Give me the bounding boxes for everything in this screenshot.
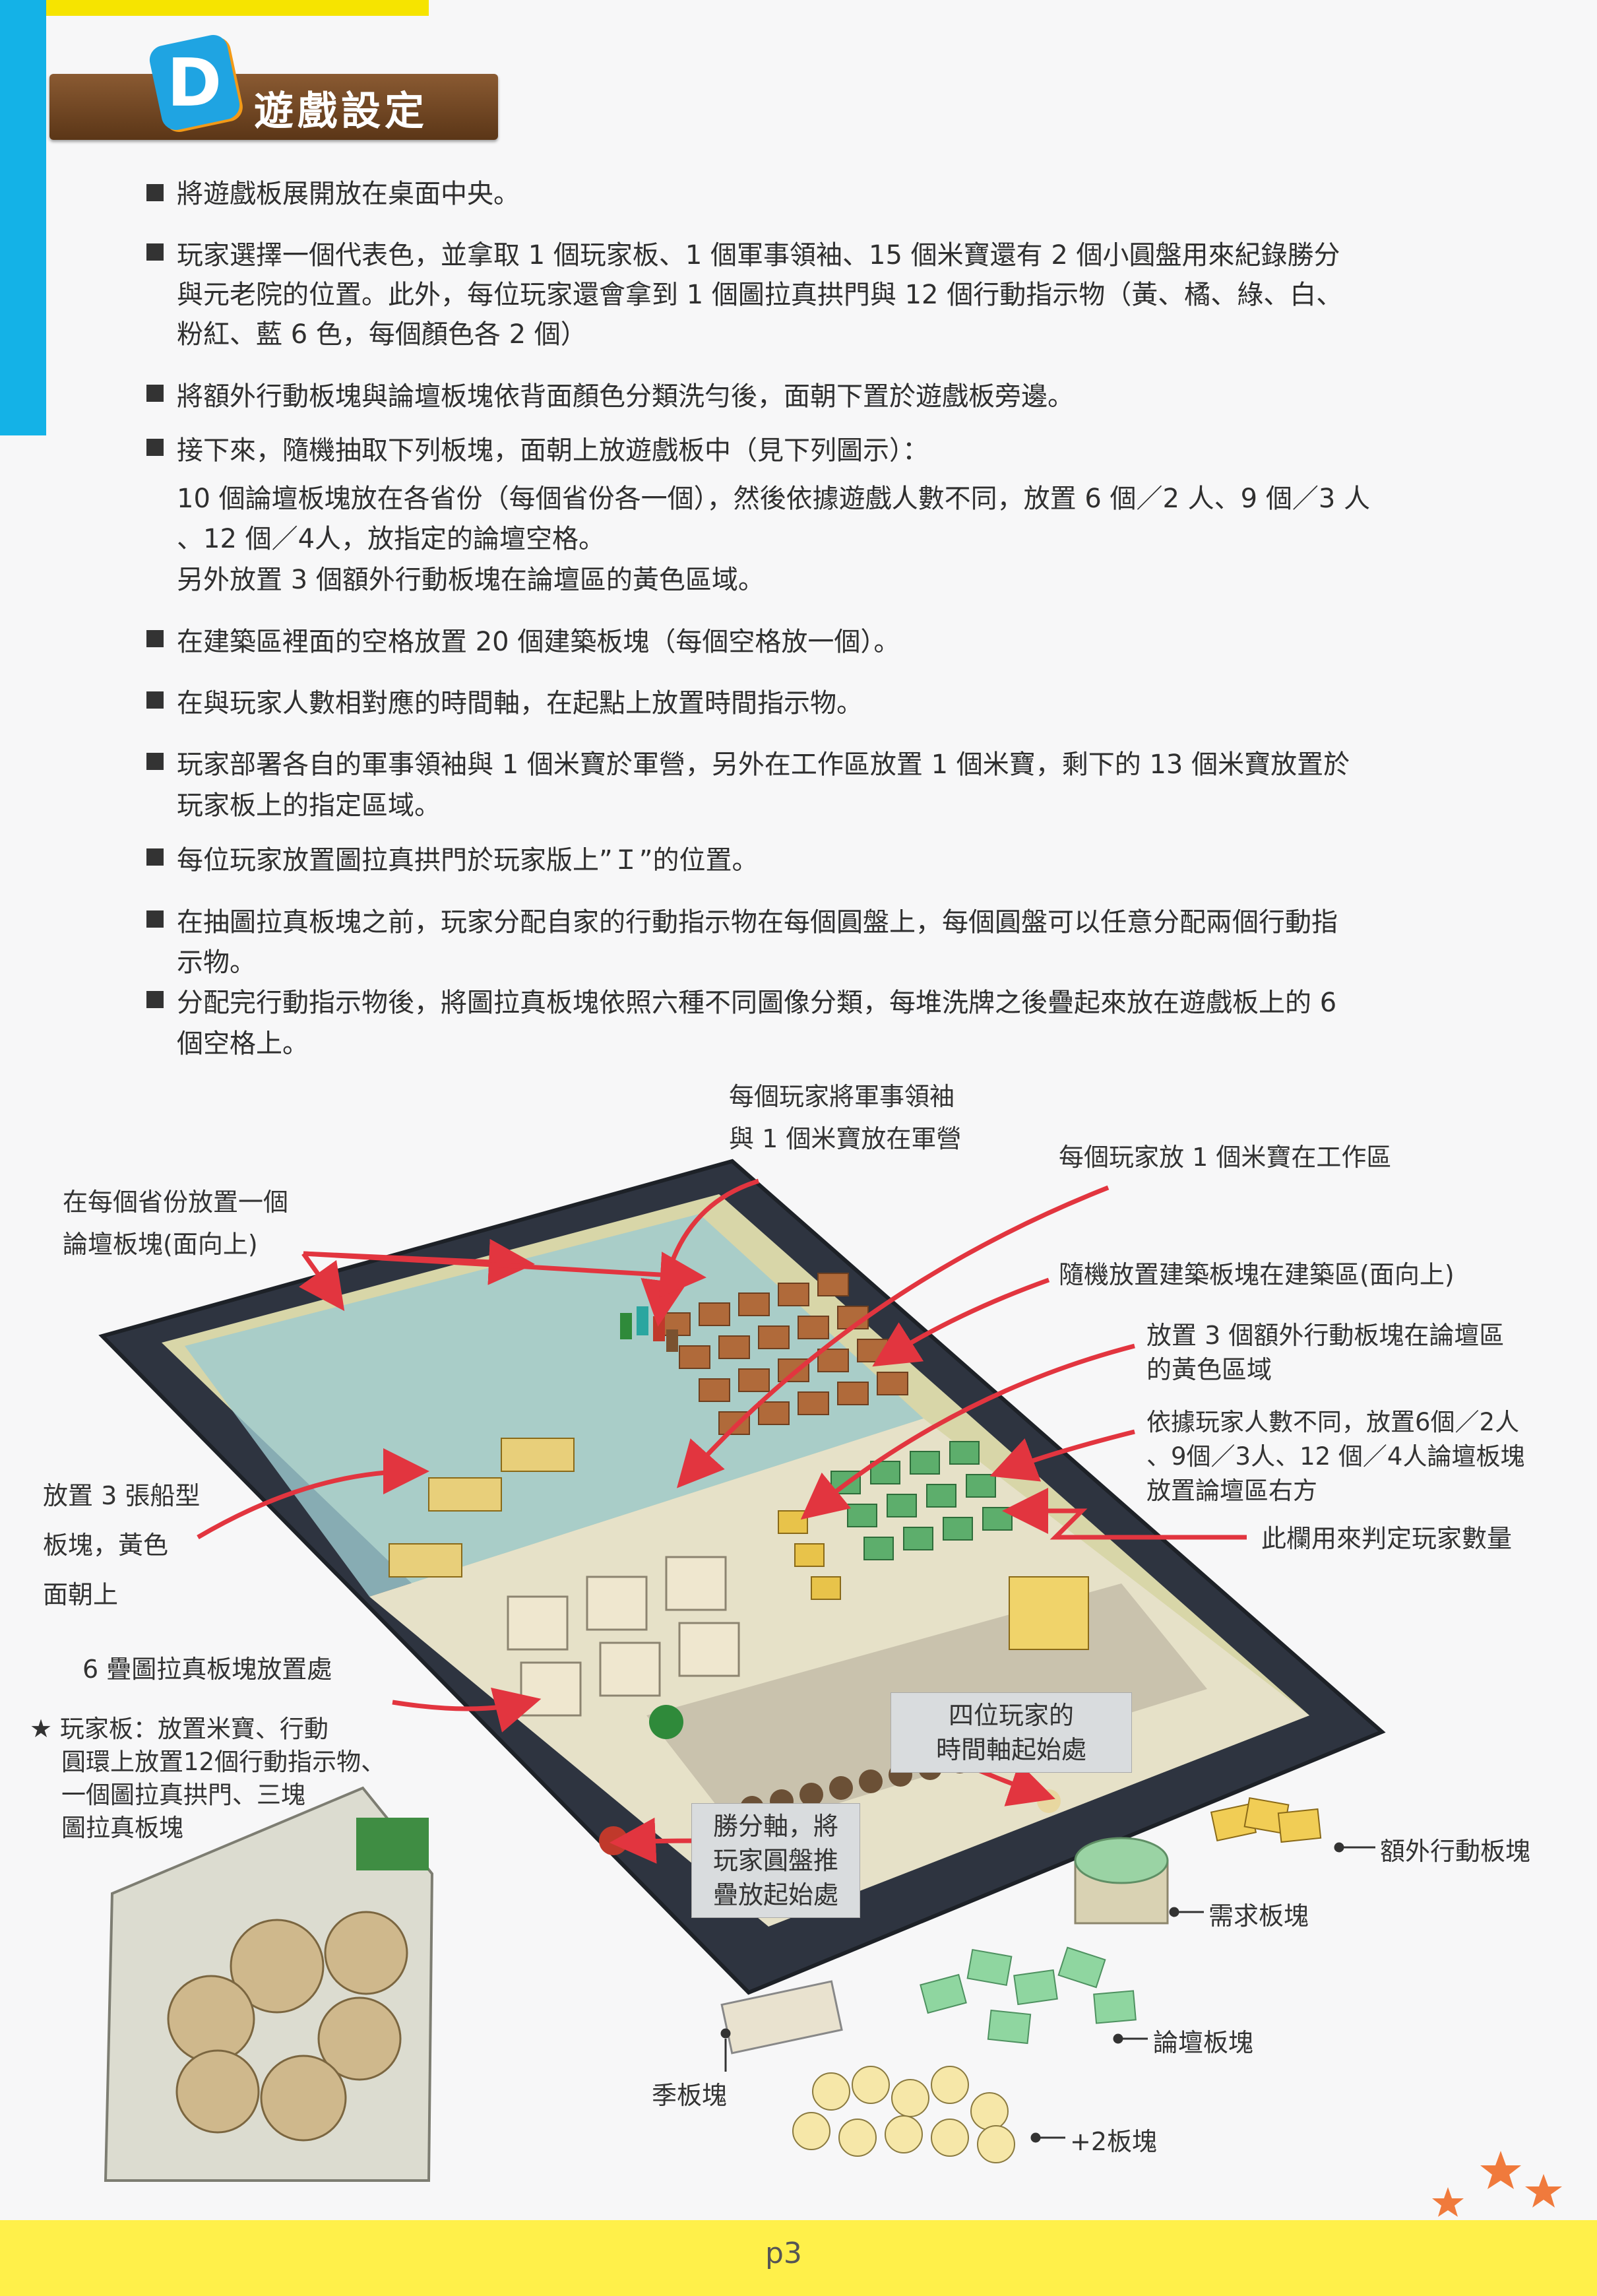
callout-forum-province-line-1: 在每個省份放置一個: [63, 1188, 289, 1217]
callout-military: 每個玩家將軍事領袖 與 1 個米寶放在軍營: [729, 1075, 961, 1160]
callout-extra-action-line-2: 的黃色區域: [1146, 1355, 1272, 1384]
forum-tiles-pile: [920, 1946, 1137, 2045]
bullet-marker: [146, 691, 164, 709]
setup-item-2-line-2: 與元老院的位置。此外，每位玩家還會拿到 1 個圖拉真拱門與 12 個行動指示物（…: [177, 280, 1343, 310]
setup-item-4-line-3: 、12 個／4人，放指定的論壇空格。: [177, 524, 606, 554]
setup-item-2-line-1: 玩家選擇一個代表色，並拿取 1 個玩家板、1 個軍事領袖、15 個米寶還有 2 …: [177, 240, 1340, 271]
bullet-marker: [146, 439, 164, 456]
setup-item-10-line-1: 分配完行動指示物後，將圖拉真板塊依照六種不同圖像分類，每堆洗牌之後疊起來放在遊戲…: [177, 988, 1337, 1018]
season-tile: [720, 1980, 843, 2055]
callout-score-start: 勝分軸，將 玩家圓盤推 疊放起始處: [691, 1803, 860, 1918]
decorative-stars: [1432, 2151, 1562, 2217]
bullet-marker: [146, 630, 164, 647]
setup-item-5: 在建築區裡面的空格放置 20 個建築板塊（每個空格放一個）。: [177, 627, 900, 657]
callout-extra-action-line-1: 放置 3 個額外行動板塊在論壇區: [1146, 1321, 1505, 1350]
legend-demand: 需求板塊: [1208, 1901, 1309, 1930]
callout-player-board-line-1: 玩家板：放置米寶、行動: [59, 1715, 329, 1743]
setup-item-2-line-3: 粉紅、藍 6 色，每個顏色各 2 個）: [177, 319, 587, 350]
callout-player-board: ★ 玩家板：放置米寶、行動 圓環上放置12個行動指示物、 一個圖拉真拱門、三塊 …: [30, 1712, 385, 1845]
callout-extra-action: 放置 3 個額外行動板塊在論壇區 的黃色區域: [1146, 1318, 1504, 1387]
callout-ships: 放置 3 張船型 板塊，黃色 面朝上: [43, 1471, 200, 1620]
legend-plus2: +2板塊: [1070, 2127, 1158, 2156]
top-color-strip: [0, 0, 429, 16]
setup-item-7-line-2: 玩家板上的指定區域。: [177, 790, 441, 821]
extra-action-tiles: [1210, 1797, 1322, 1843]
legend-extra-action: 額外行動板塊: [1380, 1837, 1531, 1866]
page-number: p3: [765, 2237, 802, 2270]
callout-ships-line-3: 面朝上: [43, 1580, 119, 1609]
badge-letter: D: [167, 44, 222, 121]
legend-forum: 論壇板塊: [1153, 2028, 1254, 2057]
callout-time-start-line-1: 四位玩家的: [948, 1701, 1074, 1730]
section-letter-badge: D: [146, 32, 243, 133]
callout-buildings: 隨機放置建築板塊在建築區(面向上): [1059, 1260, 1455, 1289]
player-board: [104, 1786, 434, 2182]
callout-ships-line-1: 放置 3 張船型: [43, 1481, 201, 1510]
section-title: 遊戲設定: [254, 88, 428, 135]
callout-forum-province: 在每個省份放置一個 論壇板塊(面向上): [63, 1181, 288, 1265]
bullet-marker: [146, 991, 164, 1008]
callout-player-board-line-4: 圖拉真板塊: [61, 1814, 183, 1842]
star-icon: ★: [30, 1714, 53, 1743]
setup-item-9-line-2: 示物。: [177, 947, 256, 978]
setup-item-4-line-4: 另外放置 3 個額外行動板塊在論壇區的黃色區域。: [177, 565, 765, 595]
setup-item-1: 將遊戲板展開放在桌面中央。: [177, 179, 520, 209]
callout-forum-count-line-2: 、9個／3人、12 個／4人論壇板塊: [1146, 1442, 1525, 1471]
callout-forum-province-line-2: 論壇板塊(面向上): [63, 1230, 258, 1259]
callout-forum-count-line-3: 放置論壇區右方: [1146, 1477, 1317, 1505]
callout-time-start: 四位玩家的 時間軸起始處: [891, 1692, 1132, 1773]
bullet-marker: [146, 848, 164, 866]
callout-military-line-1: 每個玩家將軍事領袖: [729, 1082, 955, 1111]
setup-item-6: 在與玩家人數相對應的時間軸，在起點上放置時間指示物。: [177, 688, 863, 718]
bullet-marker: [146, 385, 164, 402]
bullet-marker: [146, 753, 164, 770]
bullet-marker: [146, 243, 164, 261]
callout-forum-count: 依據玩家人數不同，放置6個／2人 、9個／3人、12 個／4人論壇板塊 放置論壇…: [1146, 1405, 1524, 1508]
setup-item-3: 將額外行動板塊與論壇板塊依背面顏色分類洗勻後，面朝下置於遊戲板旁邊。: [177, 381, 1074, 412]
bullet-marker: [146, 910, 164, 928]
left-color-strip: [0, 0, 46, 435]
setup-item-4-line-1: 接下來，隨機抽取下列板塊，面朝上放遊戲板中（見下列圖示）：: [177, 435, 929, 466]
demand-tile-stack: [1074, 1837, 1169, 1925]
player-board-line-1-wrap: ★ 玩家板：放置米寶、行動: [30, 1712, 385, 1746]
callout-player-board-line-3: 一個圖拉真拱門、三塊: [61, 1781, 305, 1809]
setup-item-9-line-1: 在抽圖拉真板塊之前，玩家分配自家的行動指示物在每個圓盤上，每個圓盤可以任意分配兩…: [177, 907, 1338, 938]
callout-score-start-line-1: 勝分軸，將: [712, 1812, 838, 1841]
callout-score-start-line-2: 玩家圓盤推: [712, 1846, 838, 1875]
callout-ships-line-2: 板塊，黃色: [43, 1531, 169, 1560]
callout-forum-count-line-1: 依據玩家人數不同，放置6個／2人: [1146, 1408, 1520, 1436]
setup-item-7-line-1: 玩家部署各自的軍事領袖與 1 個米寶於軍營，另外在工作區放置 1 個米寶，剩下的…: [177, 749, 1350, 780]
callout-worker: 每個玩家放 1 個米寶在工作區: [1059, 1143, 1392, 1172]
plus2-tiles-pile: [792, 2066, 1015, 2163]
callout-player-board-line-2: 圓環上放置12個行動指示物、: [61, 1748, 386, 1776]
bullet-marker: [146, 184, 164, 201]
callout-score-start-line-3: 疊放起始處: [712, 1880, 838, 1909]
callout-player-count: 此欄用來判定玩家數量: [1261, 1524, 1513, 1553]
callout-military-line-2: 與 1 個米寶放在軍營: [729, 1124, 962, 1153]
callout-trajan-stacks: 6 疊圖拉真板塊放置處: [82, 1655, 332, 1684]
setup-item-4-line-2: 10 個論壇板塊放在各省份（每個省份各一個），然後依據遊戲人數不同，放置 6 個…: [177, 484, 1370, 514]
player-count-column: [1009, 1576, 1089, 1650]
callout-time-start-line-2: 時間軸起始處: [935, 1735, 1086, 1764]
setup-item-8: 每位玩家放置圖拉真拱門於玩家版上”Ｉ”的位置。: [177, 845, 759, 876]
legend-season: 季板塊: [652, 2081, 728, 2110]
